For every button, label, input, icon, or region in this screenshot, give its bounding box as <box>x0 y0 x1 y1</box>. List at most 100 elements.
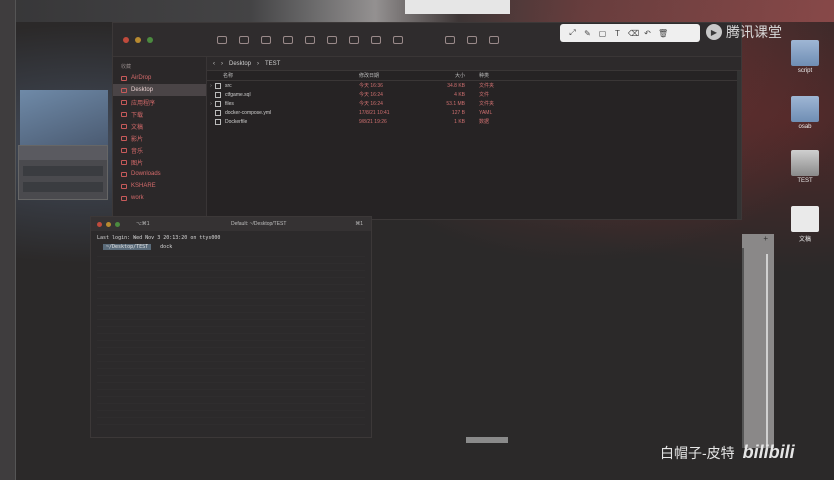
sidebar-item-label: 文稿 <box>131 124 144 131</box>
file-list: 名称 修改日期 大小 种类 › src 今天 16:36 34.8 KB 文件夹 ctfg… <box>207 71 741 219</box>
prompt-command: dock <box>160 244 173 250</box>
file-size: 34.8 KB <box>447 82 465 89</box>
desktop-icon[interactable]: TEST <box>786 150 824 184</box>
desktop-icon[interactable]: 文稿 <box>786 206 824 243</box>
file-row[interactable]: › src 今天 16:36 34.8 KB 文件夹 <box>207 81 741 90</box>
list-view-icon[interactable] <box>261 36 271 44</box>
file-kind: 文件夹 <box>479 83 495 89</box>
zoom-button[interactable] <box>147 37 153 43</box>
left-window-row <box>23 182 103 192</box>
close-button[interactable] <box>123 37 129 43</box>
folder-icon <box>121 111 127 117</box>
file-list-header: 名称 修改日期 大小 种类 <box>207 71 741 81</box>
eraser-tool-icon[interactable]: ⌫ <box>628 29 639 38</box>
watermark: 白帽子-皮特 bilibili <box>660 442 795 463</box>
folder-icon <box>121 123 127 129</box>
folder-icon <box>121 147 127 153</box>
folder-icon <box>121 183 127 189</box>
sidebar-item-label: KSHARE <box>131 183 156 189</box>
sidebar-item-label: 图片 <box>131 160 144 167</box>
path-back-icon[interactable]: ‹ <box>213 61 215 67</box>
edit-icon[interactable] <box>467 36 477 44</box>
disclosure-icon[interactable]: › <box>207 83 215 89</box>
disclosure-icon[interactable]: › <box>207 101 215 107</box>
group-icon[interactable] <box>327 36 337 44</box>
text-tool-icon[interactable]: T <box>613 29 622 38</box>
file-date: 9/8/21 19:26 <box>359 118 387 125</box>
folder-icon <box>121 99 127 105</box>
terminal-minimize-button[interactable] <box>106 221 111 227</box>
sidebar-item[interactable]: 图片 <box>113 156 206 168</box>
desktop-icon[interactable]: script <box>786 40 824 74</box>
sidebar-item[interactable]: Desktop <box>113 84 206 96</box>
bilibili-logo: bilibili <box>742 442 795 462</box>
undo-icon[interactable]: ↶ <box>643 29 652 38</box>
side-panel-header[interactable]: + <box>742 234 774 248</box>
prompt-path-segment: ~/Desktop/TEST <box>103 244 152 250</box>
sidebar-item[interactable]: 音乐 <box>113 144 206 156</box>
path-desktop[interactable]: Desktop <box>229 61 251 67</box>
file-name: ctfgame.sql <box>225 91 251 98</box>
terminal-zoom-button[interactable] <box>115 221 120 227</box>
file-name: src <box>225 82 232 89</box>
shape-tool-icon[interactable]: ▢ <box>598 29 607 38</box>
left-window-thumbnail[interactable] <box>18 145 108 200</box>
path-forward-icon[interactable]: › <box>221 61 223 67</box>
sidebar-item[interactable]: 影片 <box>113 132 206 144</box>
terminal-titlebar: ⌥⌘1 Default: ~/Desktop/TEST ⌘1 <box>91 217 371 231</box>
gallery-view-icon[interactable] <box>305 36 315 44</box>
sidebar-item[interactable]: 文稿 <box>113 120 206 132</box>
column-kind-header[interactable]: 种类 <box>473 72 533 79</box>
sidebar-item[interactable]: Downloads <box>113 168 206 180</box>
column-name-header[interactable]: 名称 <box>207 72 359 79</box>
pen-tool-icon[interactable]: ✎ <box>583 29 592 38</box>
dock-indicator[interactable] <box>466 437 508 443</box>
file-name: files <box>225 100 234 107</box>
terminal-empty-area <box>97 253 365 431</box>
path-bar: ‹ › Desktop › TEST <box>207 57 741 71</box>
trash-icon[interactable]: 🗑 <box>658 29 668 38</box>
file-row[interactable]: ctfgame.sql 今天 16:24 4 KB 文件 <box>207 90 741 99</box>
file-row[interactable]: › files 今天 16:24 53.1 MB 文件夹 <box>207 99 741 108</box>
preview-icon[interactable] <box>445 36 455 44</box>
terminal-close-button[interactable] <box>97 221 102 227</box>
column-date-header[interactable]: 修改日期 <box>359 72 429 79</box>
side-panel-scrollbar[interactable] <box>766 254 768 448</box>
action-gear-icon[interactable] <box>349 36 359 44</box>
finder-sidebar: 收藏 AirDrop Desktop 应用程序 下载 文稿 影片 音乐 图片 Downloads… <box>113 57 207 219</box>
file-icon <box>215 82 221 89</box>
window-controls <box>123 37 153 43</box>
screenshot-icon <box>791 150 819 176</box>
tag-icon[interactable] <box>393 36 403 44</box>
file-name-cell: › src <box>207 82 359 89</box>
select-tool-icon[interactable]: ⤢ <box>568 28 577 38</box>
desktop-icon-label: 文稿 <box>798 237 811 243</box>
window-fragment <box>405 0 510 14</box>
column-view-icon[interactable] <box>283 36 293 44</box>
rotate-icon[interactable] <box>489 36 499 44</box>
terminal-tab-shortcut[interactable]: ⌥⌘1 <box>136 221 150 227</box>
column-size-header[interactable]: 大小 <box>429 72 473 79</box>
back-icon[interactable] <box>217 36 227 44</box>
terminal-window: ⌥⌘1 Default: ~/Desktop/TEST ⌘1 Last logi… <box>90 216 372 438</box>
finder-scrollbar[interactable] <box>737 71 741 219</box>
sidebar-item[interactable]: KSHARE <box>113 180 206 192</box>
left-screenshot-thumbnail <box>20 90 108 145</box>
file-date: 今天 16:36 <box>359 83 383 89</box>
tencent-logo-text: 腾讯课堂 <box>726 24 782 40</box>
path-test[interactable]: TEST <box>265 61 280 67</box>
file-row[interactable]: Dockerfile 9/8/21 19:26 1 KB 数据 <box>207 117 741 126</box>
file-name-cell: Dockerfile <box>207 118 359 125</box>
finder-window: 收藏 AirDrop Desktop 应用程序 下载 文稿 影片 音乐 图片 Downloads… <box>112 22 742 220</box>
sidebar-item[interactable]: 下载 <box>113 108 206 120</box>
share-icon[interactable] <box>371 36 381 44</box>
sidebar-item[interactable]: work <box>113 192 206 204</box>
desktop-icon[interactable]: osab <box>786 96 824 130</box>
sidebar-item[interactable]: 应用程序 <box>113 96 206 108</box>
minimize-button[interactable] <box>135 37 141 43</box>
icon-view-icon[interactable] <box>239 36 249 44</box>
folder-icon <box>121 87 127 93</box>
file-row[interactable]: docker-compose.yml 17/8/21 10:41 127 B YAML <box>207 108 741 117</box>
file-size: 53.1 MB <box>446 100 465 107</box>
sidebar-item[interactable]: AirDrop <box>113 72 206 84</box>
